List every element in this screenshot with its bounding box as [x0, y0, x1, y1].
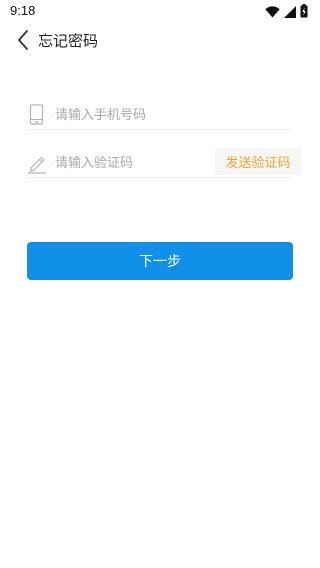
phone-row: [27, 101, 291, 130]
phone-input[interactable]: [55, 103, 285, 127]
status-icons: [265, 3, 308, 22]
cellular-signal-icon: [284, 3, 296, 22]
pencil-icon: [27, 152, 47, 174]
next-step-button[interactable]: 下一步: [27, 242, 293, 280]
verification-code-input[interactable]: [55, 151, 205, 175]
page-title: 忘记密码: [38, 32, 99, 50]
wifi-icon: [265, 3, 280, 22]
status-bar: 9:18: [0, 0, 320, 24]
chevron-left-icon[interactable]: [16, 29, 30, 51]
code-row: 发送验证码: [27, 148, 301, 178]
battery-icon: [300, 3, 308, 22]
phone-icon: [27, 104, 47, 126]
send-code-button[interactable]: 发送验证码: [215, 148, 301, 175]
status-time: 9:18: [10, 3, 36, 18]
header: 忘记密码: [0, 26, 320, 56]
